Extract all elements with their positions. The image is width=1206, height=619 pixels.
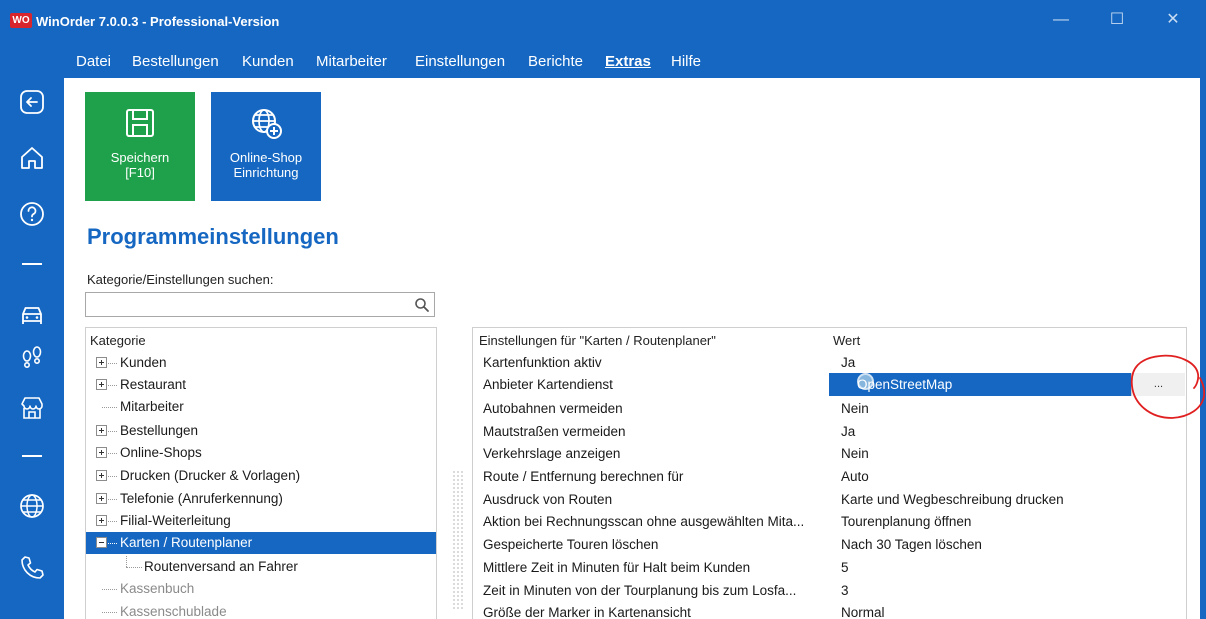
category-item-restaurant[interactable]: Restaurant — [86, 374, 436, 396]
online-shop-setup-button[interactable]: Online-Shop Einrichtung — [211, 92, 321, 201]
category-item-kunden[interactable]: Kunden — [86, 352, 436, 374]
shop-label-line1: Online-Shop — [229, 150, 303, 165]
search-input[interactable] — [90, 296, 400, 314]
floppy-disk-icon — [126, 109, 154, 137]
menu-mitarbeiter[interactable]: Mitarbeiter — [316, 53, 387, 70]
ellipsis-button[interactable]: ... — [1131, 373, 1185, 396]
category-item-filial-weiterleitung[interactable]: Filial-Weiterleitung — [86, 510, 436, 532]
menu-bestellungen[interactable]: Bestellungen — [132, 53, 219, 70]
setting-row[interactable]: Autobahnen vermeiden Nein — [473, 397, 1186, 420]
settings-value-header: Wert — [833, 333, 861, 348]
map-provider-select[interactable]: OpenStreetMap — [829, 373, 1131, 396]
window-border — [1200, 78, 1206, 619]
category-item-karten-routenplaner[interactable]: Karten / Routenplaner — [86, 532, 436, 554]
settings-grid: Einstellungen für "Karten / Routenplaner… — [472, 327, 1187, 619]
category-item-online-shops[interactable]: Online-Shops — [86, 442, 436, 464]
search-icon[interactable] — [414, 297, 430, 313]
menu-extras[interactable]: Extras — [605, 53, 651, 70]
title-bar: WO WinOrder 7.0.0.3 - Professional-Versi… — [0, 0, 1206, 48]
setting-row[interactable]: Verkehrslage anzeigen Nein — [473, 442, 1186, 465]
menu-berichte[interactable]: Berichte — [528, 53, 583, 70]
car-icon[interactable] — [18, 300, 46, 328]
category-item-kassenbuch[interactable]: Kassenbuch — [86, 578, 436, 600]
close-button[interactable]: ✕ — [1158, 8, 1188, 32]
app-logo: WO — [10, 13, 32, 28]
menu-einstellungen[interactable]: Einstellungen — [415, 53, 505, 70]
category-column-header: Kategorie — [90, 333, 146, 348]
expand-icon[interactable] — [96, 470, 107, 481]
category-item-telefonie[interactable]: Telefonie (Anruferkennung) — [86, 488, 436, 510]
setting-row[interactable]: Gespeicherte Touren löschen Nach 30 Tage… — [473, 533, 1186, 556]
minimize-button[interactable]: — — [1046, 8, 1076, 32]
settings-name-header: Einstellungen für "Karten / Routenplaner… — [479, 333, 716, 348]
category-item-kassenschublade[interactable]: Kassenschublade — [86, 601, 436, 619]
expand-icon[interactable] — [96, 515, 107, 526]
footsteps-icon[interactable] — [18, 344, 46, 372]
setting-row[interactable]: Kartenfunktion aktiv Ja — [473, 351, 1186, 374]
expand-icon[interactable] — [96, 493, 107, 504]
shop-label-line2: Einrichtung — [233, 165, 299, 180]
setting-row[interactable]: Mautstraßen vermeiden Ja — [473, 420, 1186, 443]
store-icon[interactable] — [18, 394, 46, 422]
menu-hilfe[interactable]: Hilfe — [671, 53, 701, 70]
save-button[interactable]: Speichern [F10] — [85, 92, 195, 201]
category-tree: Kategorie Kunden Restaurant Mitarbeiter … — [85, 327, 437, 619]
expand-icon[interactable] — [96, 357, 107, 368]
search-field[interactable] — [85, 292, 435, 317]
home-icon[interactable] — [18, 144, 46, 172]
setting-row[interactable]: Größe der Marker in Kartenansicht Normal — [473, 601, 1186, 619]
sidebar — [0, 48, 64, 619]
save-label: Speichern — [110, 150, 170, 165]
panel-splitter[interactable] — [452, 470, 464, 610]
search-label: Kategorie/Einstellungen suchen: — [87, 272, 274, 287]
setting-row[interactable]: Aktion bei Rechnungsscan ohne ausgewählt… — [473, 510, 1186, 533]
setting-row[interactable]: Ausdruck von Routen Karte und Wegbeschre… — [473, 488, 1186, 511]
globe-icon[interactable] — [18, 492, 46, 520]
sidebar-divider — [22, 455, 42, 457]
globe-add-icon — [252, 109, 282, 139]
category-item-drucken[interactable]: Drucken (Drucker & Vorlagen) — [86, 465, 436, 487]
help-icon[interactable] — [18, 200, 46, 228]
setting-row[interactable]: Zeit in Minuten von der Tourplanung bis … — [473, 579, 1186, 602]
save-shortcut: [F10] — [125, 165, 155, 180]
back-icon[interactable] — [18, 88, 46, 116]
page-title: Programmeinstellungen — [87, 224, 339, 249]
setting-row[interactable]: Route / Entfernung berechnen für Auto — [473, 465, 1186, 488]
category-item-mitarbeiter[interactable]: Mitarbeiter — [86, 396, 436, 418]
expand-icon[interactable] — [96, 447, 107, 458]
expand-icon[interactable] — [96, 379, 107, 390]
category-item-routenversand[interactable]: Routenversand an Fahrer — [86, 556, 436, 578]
expand-icon[interactable] — [96, 425, 107, 436]
sidebar-divider — [22, 263, 42, 265]
menu-kunden[interactable]: Kunden — [242, 53, 294, 70]
setting-row-selected[interactable]: Anbieter Kartendienst OpenStreetMap ... — [473, 373, 1186, 396]
category-item-bestellungen[interactable]: Bestellungen — [86, 420, 436, 442]
phone-icon[interactable] — [18, 554, 46, 582]
menu-datei[interactable]: Datei — [76, 53, 111, 70]
maximize-button[interactable]: ☐ — [1102, 8, 1132, 32]
window-title: WinOrder 7.0.0.3 - Professional-Version — [36, 14, 280, 29]
menu-bar: Datei Bestellungen Kunden Mitarbeiter Ei… — [64, 48, 1206, 78]
collapse-icon[interactable] — [96, 537, 107, 548]
setting-row[interactable]: Mittlere Zeit in Minuten für Halt beim K… — [473, 556, 1186, 579]
